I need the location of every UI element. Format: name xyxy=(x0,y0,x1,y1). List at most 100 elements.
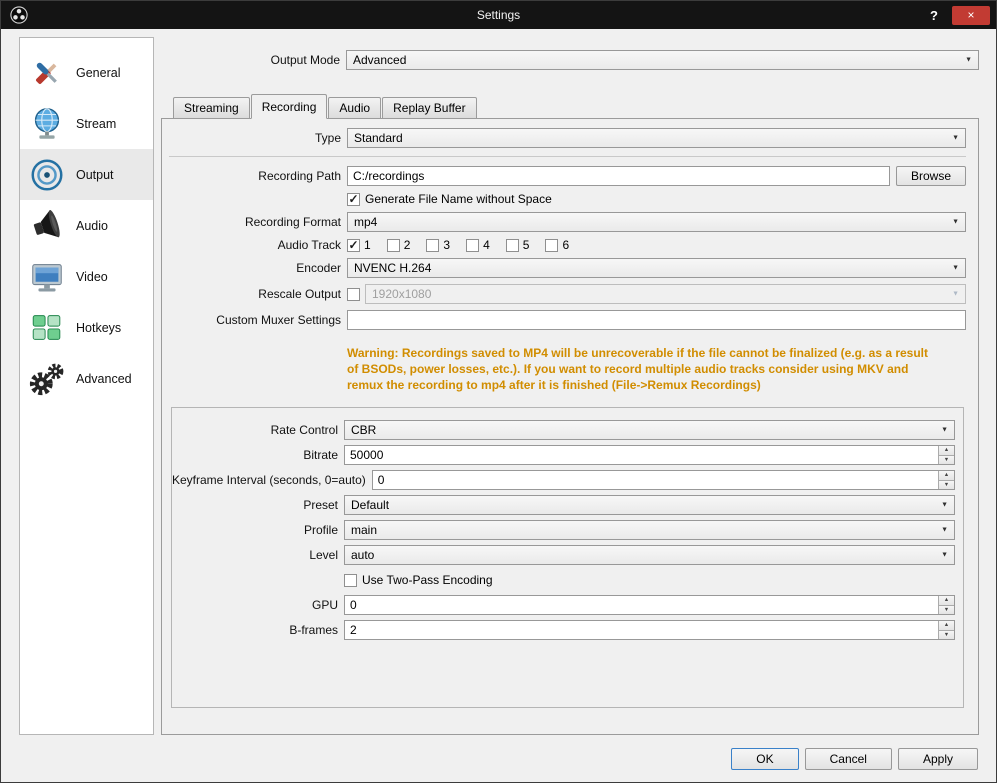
spin-down-icon[interactable]: ▼ xyxy=(939,455,954,465)
recording-format-select[interactable]: mp4 ▼ xyxy=(347,212,966,232)
audio-track-2-checkbox[interactable] xyxy=(386,238,400,252)
chevron-down-icon: ▼ xyxy=(952,264,959,272)
ok-button[interactable]: OK xyxy=(731,747,799,770)
profile-select[interactable]: main ▼ xyxy=(344,520,955,541)
cancel-button[interactable]: Cancel xyxy=(804,747,892,770)
encoder-settings-group: Rate Control CBR ▼ Bitrate ▲ ▼ xyxy=(171,407,964,708)
audio-track-3-label: 3 xyxy=(443,238,451,252)
spin-buttons: ▲ ▼ xyxy=(938,621,954,640)
audio-track-6-label: 6 xyxy=(562,238,570,252)
spin-up-icon[interactable]: ▲ xyxy=(939,596,954,606)
output-mode-label: Output Mode xyxy=(270,53,340,67)
rate-control-value: CBR xyxy=(351,423,377,438)
recording-path-input[interactable] xyxy=(347,166,890,186)
sidebar-item-stream[interactable]: Stream xyxy=(20,98,153,149)
tab-streaming[interactable]: Streaming xyxy=(173,97,250,119)
sidebar-item-audio[interactable]: Audio xyxy=(20,200,153,251)
audio-track-6-checkbox[interactable] xyxy=(545,238,559,252)
help-button[interactable]: ? xyxy=(926,8,942,23)
chevron-down-icon: ▼ xyxy=(941,426,948,434)
custom-muxer-label: Custom Muxer Settings xyxy=(216,313,341,327)
audio-track-1-checkbox[interactable] xyxy=(347,238,360,252)
rescale-output-checkbox[interactable] xyxy=(347,287,360,301)
audio-track-5-label: 5 xyxy=(522,238,530,252)
bframes-input[interactable] xyxy=(345,621,938,640)
gpu-label: GPU xyxy=(311,598,338,613)
chevron-down-icon: ▼ xyxy=(941,551,948,559)
encoder-select[interactable]: NVENC H.264 ▼ xyxy=(347,258,966,278)
preset-select[interactable]: Default ▼ xyxy=(344,495,955,516)
sidebar-item-general[interactable]: General xyxy=(20,47,153,98)
chevron-down-icon: ▼ xyxy=(952,218,959,226)
recording-tab-panel: Type Standard ▼ Recording Path Browse Ge… xyxy=(161,118,979,735)
sidebar-item-label: Output xyxy=(76,167,114,182)
rescale-resolution-select: 1920x1080 ▼ xyxy=(365,284,966,304)
stream-icon xyxy=(27,105,67,143)
sidebar-item-label: Video xyxy=(76,269,108,284)
spin-buttons: ▲ ▼ xyxy=(938,446,954,465)
audio-track-3-checkbox[interactable] xyxy=(426,238,440,252)
titlebar: Settings ? × xyxy=(1,1,996,29)
preset-label: Preset xyxy=(303,498,338,513)
window-title: Settings xyxy=(476,8,521,22)
type-select[interactable]: Standard ▼ xyxy=(347,128,966,148)
generate-filename-checkbox[interactable] xyxy=(347,192,360,206)
gpu-spinner[interactable]: ▲ ▼ xyxy=(344,595,955,616)
level-select[interactable]: auto ▼ xyxy=(344,545,955,566)
audio-track-1-label: 1 xyxy=(364,238,371,252)
bitrate-label: Bitrate xyxy=(303,448,338,463)
sidebar-item-output[interactable]: Output xyxy=(20,149,153,200)
recording-path-label: Recording Path xyxy=(258,169,341,183)
bframes-spinner[interactable]: ▲ ▼ xyxy=(344,620,955,641)
audio-track-label: Audio Track xyxy=(277,238,341,252)
close-button[interactable]: × xyxy=(952,5,990,25)
spin-up-icon[interactable]: ▲ xyxy=(939,446,954,456)
sidebar-item-video[interactable]: Video xyxy=(20,251,153,302)
chevron-down-icon: ▼ xyxy=(965,56,972,64)
gpu-input[interactable] xyxy=(345,596,938,615)
hotkeys-icon xyxy=(27,309,67,347)
spin-buttons: ▲ ▼ xyxy=(938,596,954,615)
apply-button[interactable]: Apply xyxy=(897,747,978,770)
recording-format-label: Recording Format xyxy=(244,215,341,229)
keyframe-interval-label: Keyframe Interval (seconds, 0=auto) xyxy=(172,473,366,488)
chevron-down-icon: ▼ xyxy=(952,290,959,298)
rate-control-select[interactable]: CBR ▼ xyxy=(344,420,955,441)
type-label: Type xyxy=(314,131,341,145)
separator xyxy=(169,156,966,157)
audio-track-4-checkbox[interactable] xyxy=(466,238,480,252)
two-pass-checkbox[interactable] xyxy=(344,573,357,587)
encoder-label: Encoder xyxy=(296,261,341,275)
sidebar-item-label: Audio xyxy=(76,218,108,233)
audio-track-5-checkbox[interactable] xyxy=(505,238,519,252)
spin-up-icon[interactable]: ▲ xyxy=(939,621,954,631)
output-mode-value: Advanced xyxy=(353,53,407,67)
spin-down-icon[interactable]: ▼ xyxy=(939,630,954,640)
chevron-down-icon: ▼ xyxy=(952,134,959,142)
tab-replay-buffer[interactable]: Replay Buffer xyxy=(382,97,477,119)
encoder-value: NVENC H.264 xyxy=(354,261,432,275)
bitrate-input[interactable] xyxy=(345,446,938,465)
spin-up-icon[interactable]: ▲ xyxy=(939,471,954,481)
tab-audio[interactable]: Audio xyxy=(328,97,382,119)
profile-value: main xyxy=(351,523,378,538)
sidebar-item-hotkeys[interactable]: Hotkeys xyxy=(20,302,153,353)
spin-down-icon[interactable]: ▼ xyxy=(939,605,954,615)
mp4-warning-text: Warning: Recordings saved to MP4 will be… xyxy=(347,346,929,393)
chevron-down-icon: ▼ xyxy=(941,501,948,509)
sidebar-item-label: Hotkeys xyxy=(76,320,122,335)
output-mode-select[interactable]: Advanced ▼ xyxy=(346,50,979,70)
custom-muxer-input[interactable] xyxy=(347,310,966,330)
video-icon xyxy=(27,258,67,296)
type-value: Standard xyxy=(354,131,403,145)
tab-recording[interactable]: Recording xyxy=(250,94,328,119)
browse-button[interactable]: Browse xyxy=(895,166,966,186)
spin-down-icon[interactable]: ▼ xyxy=(939,480,954,490)
bitrate-spinner[interactable]: ▲ ▼ xyxy=(344,445,955,466)
keyframe-interval-spinner[interactable]: ▲ ▼ xyxy=(371,470,955,491)
chevron-down-icon: ▼ xyxy=(941,526,948,534)
sidebar-item-advanced[interactable]: Advanced xyxy=(20,353,153,404)
audio-track-list: 1 2 3 4 5 6 xyxy=(347,238,966,252)
keyframe-interval-input[interactable] xyxy=(372,471,938,490)
audio-track-4-label: 4 xyxy=(483,238,490,252)
